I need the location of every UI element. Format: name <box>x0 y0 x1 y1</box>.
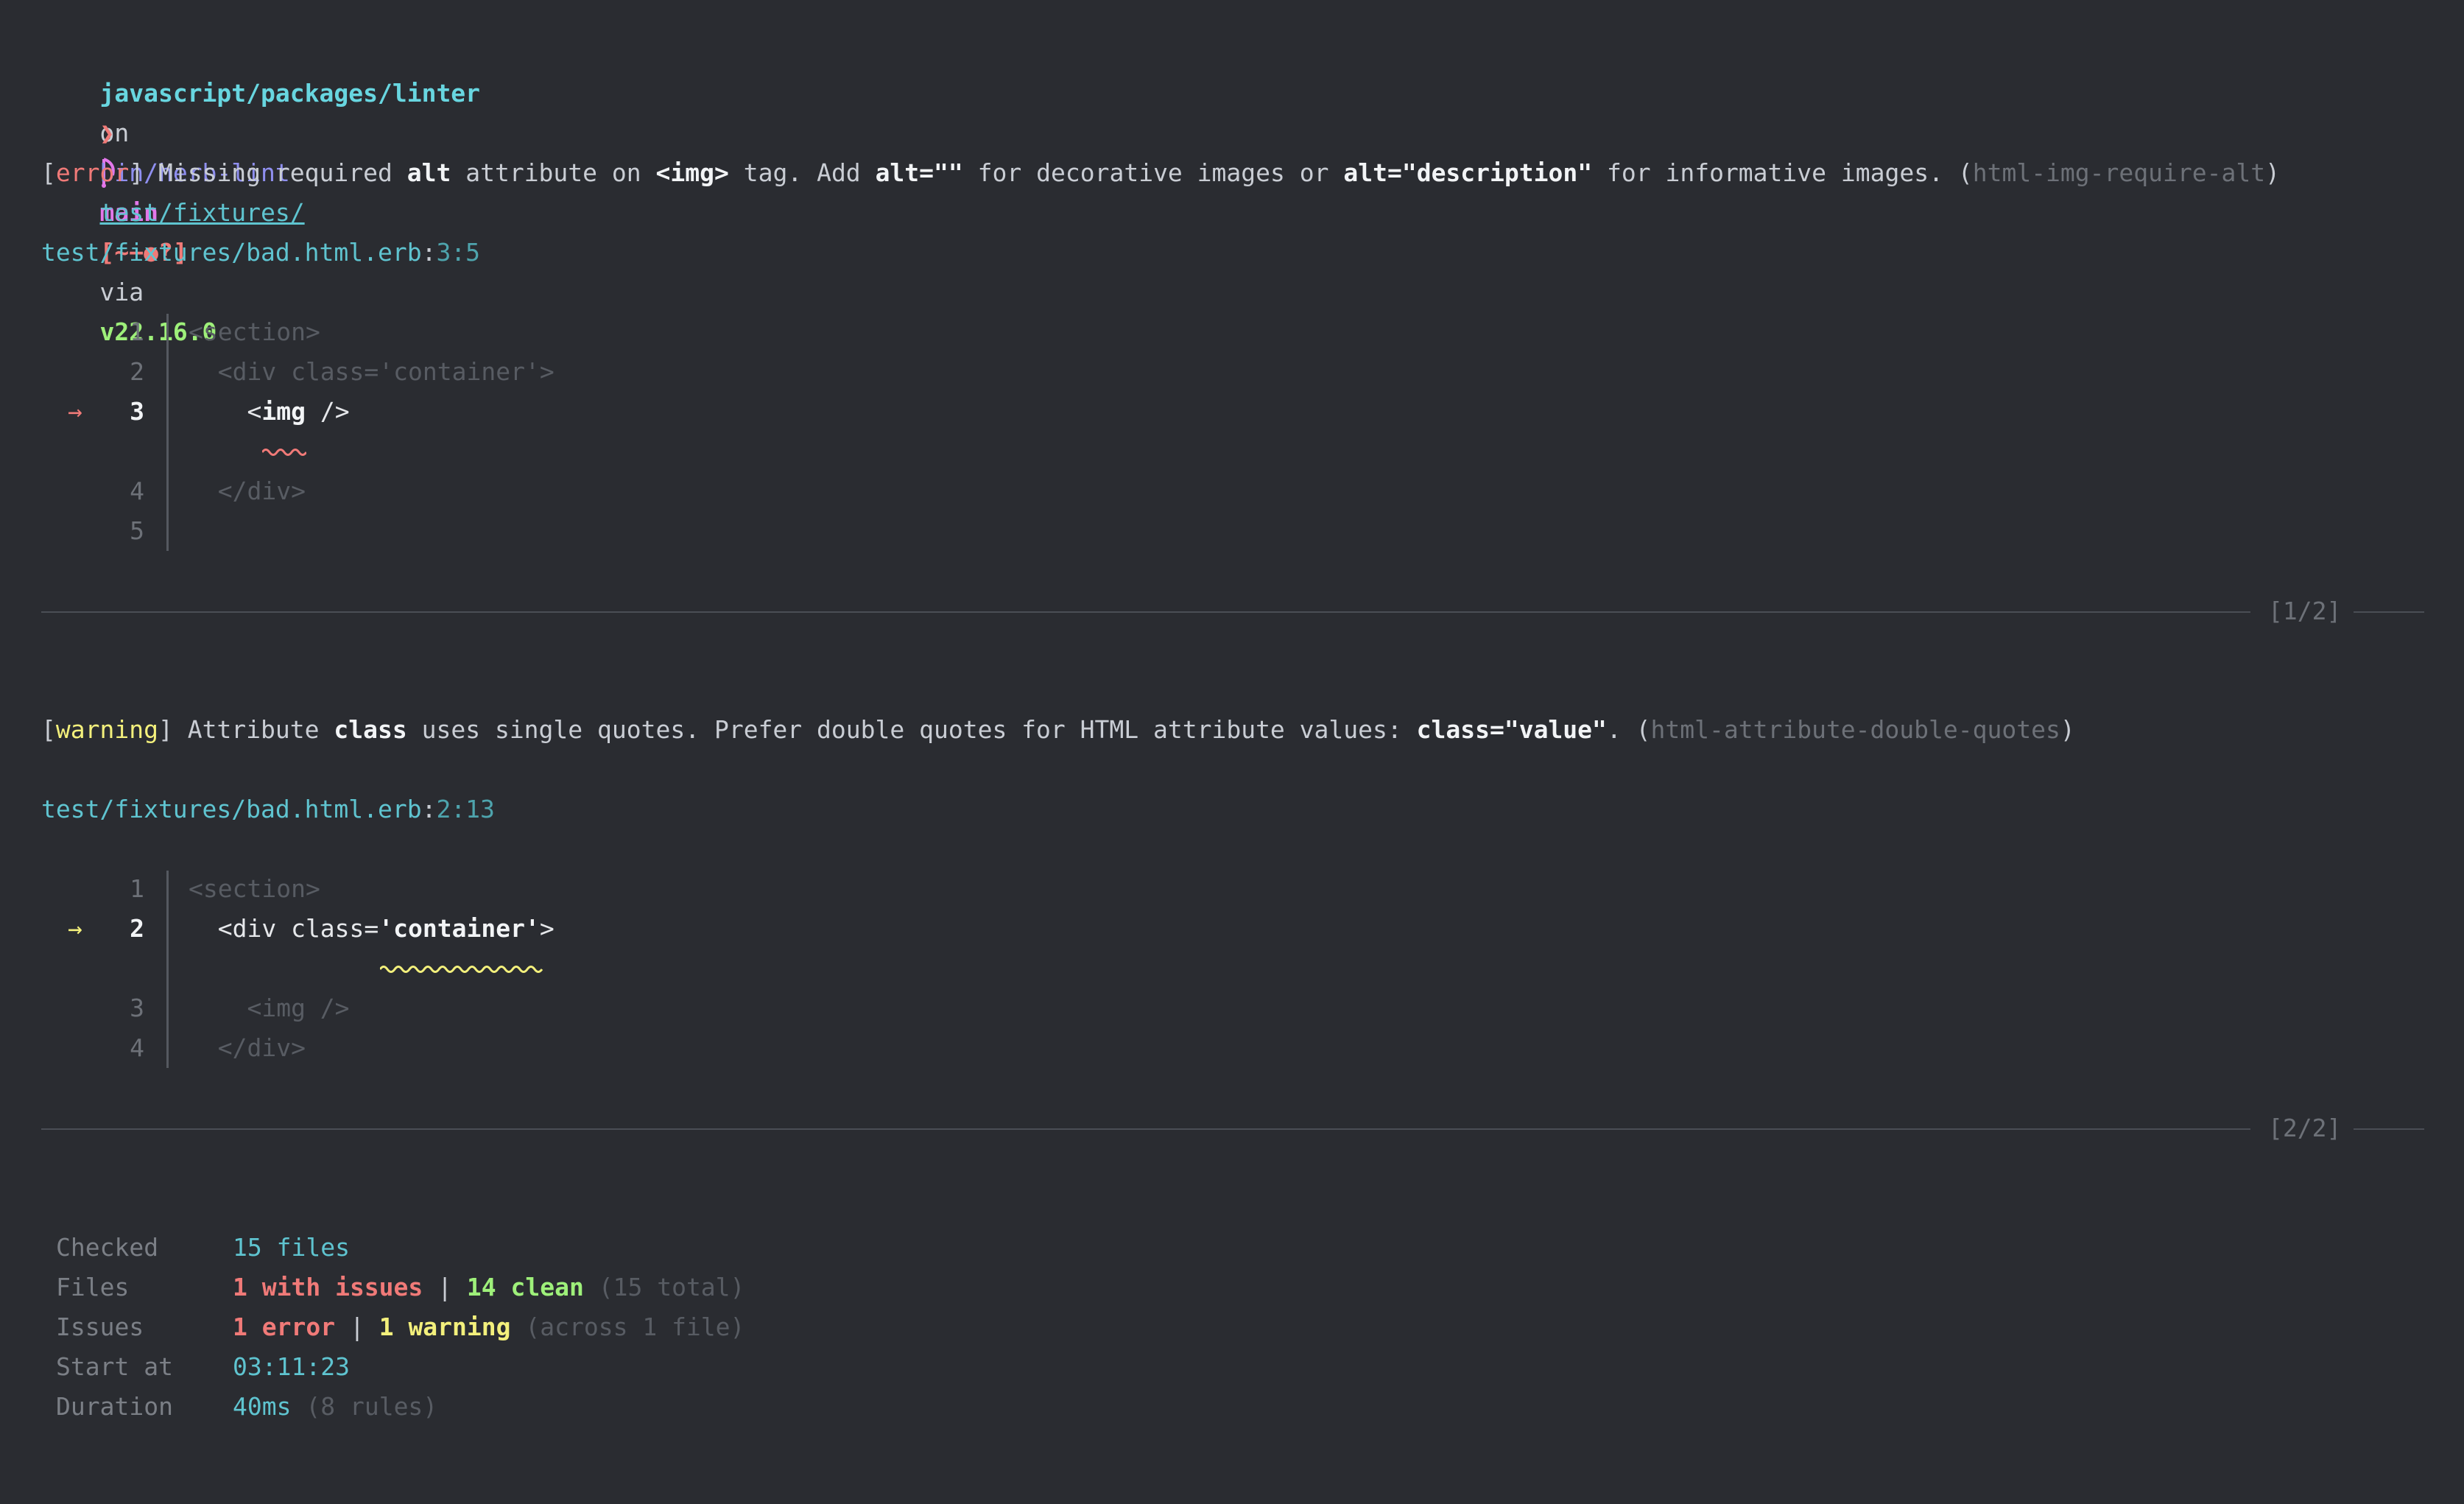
code-line-highlighted: <div class='container'> <box>189 909 555 949</box>
separator-line <box>2354 611 2424 613</box>
level-warning: warning <box>55 715 158 744</box>
issues-warning-count: 1 warning <box>379 1313 511 1341</box>
summary-files-label: Files <box>56 1273 130 1301</box>
message-text: tag. Add <box>743 158 861 187</box>
message-keyword: alt="description" <box>1343 158 1593 187</box>
code-line: </div> <box>189 477 306 505</box>
separator-line <box>41 1128 2250 1130</box>
file-path[interactable]: test/fixtures/bad.html.erb <box>41 238 422 267</box>
file-path[interactable]: test/fixtures/bad.html.erb <box>41 795 422 823</box>
code-gutter <box>166 314 169 551</box>
file-location[interactable]: test/fixtures/bad.html.erb:2:13 <box>41 790 495 829</box>
summary-start-value: 03:11:23 <box>233 1352 350 1381</box>
message-keyword: alt <box>406 158 451 187</box>
summary-issues-label: Issues <box>56 1313 144 1341</box>
file-location[interactable]: test/fixtures/bad.html.erb:3:5 <box>41 233 480 273</box>
summary-checked-value: 15 files <box>233 1233 350 1262</box>
line-number: 1 <box>130 874 144 903</box>
message-keyword: <img> <box>655 158 729 187</box>
code-highlight: img <box>261 397 306 426</box>
command-argument[interactable]: test/fixtures/ <box>99 198 304 227</box>
summary-start-label: Start at <box>56 1352 173 1381</box>
rule-name: html-attribute-double-quotes <box>1650 715 2060 744</box>
line-number-highlighted: 2 <box>130 914 144 943</box>
separator: | <box>437 1273 453 1301</box>
code-fragment: > <box>539 914 555 943</box>
message-text: attribute on <box>465 158 641 187</box>
files-total: (15 total) <box>598 1273 745 1301</box>
summary-files-value: 1 with issues | 14 clean (15 total) <box>233 1268 745 1307</box>
line-number: 4 <box>130 477 144 505</box>
diagnostic-message-error: [error] Missing required alt attribute o… <box>41 158 2280 187</box>
separator: | <box>349 1313 365 1341</box>
message-text: . <box>1606 715 1622 744</box>
code-fragment: < <box>189 397 262 426</box>
diagnostic-message-warning: [warning] Attribute class uses single qu… <box>41 715 2075 744</box>
message-text: for informative images. <box>1607 158 1943 187</box>
summary-duration-value: 40ms (8 rules) <box>233 1387 437 1427</box>
separator-line <box>41 611 2250 613</box>
code-line: <section> <box>189 874 320 903</box>
message-keyword: class <box>334 715 407 744</box>
message-text: uses single quotes. Prefer double quotes… <box>421 715 1402 744</box>
warning-squiggle <box>380 966 543 973</box>
issues-scope: (across 1 file) <box>525 1313 745 1341</box>
diagnostic-counter: [1/2] <box>2268 597 2342 625</box>
files-with-issues: 1 with issues <box>233 1273 423 1301</box>
code-line: <img /> <box>189 994 350 1022</box>
line-column: 3:5 <box>436 238 481 267</box>
line-number: 1 <box>130 317 144 346</box>
code-highlight: 'container' <box>379 914 540 943</box>
level-error: error <box>55 158 130 187</box>
diagnostic-counter: [2/2] <box>2268 1114 2342 1142</box>
line-number: 4 <box>130 1033 144 1062</box>
line-number: 5 <box>130 516 144 545</box>
issues-error-count: 1 error <box>233 1313 336 1341</box>
separator-line <box>2354 1128 2424 1130</box>
terminal-window: javascript/packages/linter on main [~−●?… <box>0 0 2464 1504</box>
code-line: <div class='container'> <box>189 357 555 386</box>
code-line: </div> <box>189 1033 306 1062</box>
duration-rules: (8 rules) <box>306 1392 438 1421</box>
summary-duration-label: Duration <box>56 1392 173 1421</box>
line-number: 2 <box>130 357 144 386</box>
files-clean: 14 clean <box>466 1273 584 1301</box>
message-keyword: class="value" <box>1416 715 1607 744</box>
prompt-char: ❯ <box>99 119 115 147</box>
code-line-highlighted: <img /> <box>189 392 350 432</box>
warning-arrow-icon: → <box>68 914 82 943</box>
message-keyword: alt="" <box>875 158 963 187</box>
summary-checked-label: Checked <box>56 1233 159 1262</box>
line-number-highlighted: 3 <box>130 397 144 426</box>
line-column: 2:13 <box>436 795 495 823</box>
error-squiggle <box>262 449 306 456</box>
prompt-via: via <box>99 278 144 306</box>
summary-issues-value: 1 error | 1 warning (across 1 file) <box>233 1307 745 1347</box>
code-line: <section> <box>189 317 320 346</box>
message-text: Missing required <box>158 158 393 187</box>
message-text: Attribute <box>187 715 320 744</box>
code-gutter <box>166 871 169 1068</box>
line-number: 3 <box>130 994 144 1022</box>
code-fragment: <div class= <box>189 914 379 943</box>
message-text: for decorative images or <box>977 158 1329 187</box>
error-arrow-icon: → <box>68 397 82 426</box>
rule-name: html-img-require-alt <box>1972 158 2266 187</box>
code-fragment: /> <box>305 397 350 426</box>
duration-time: 40ms <box>233 1392 292 1421</box>
